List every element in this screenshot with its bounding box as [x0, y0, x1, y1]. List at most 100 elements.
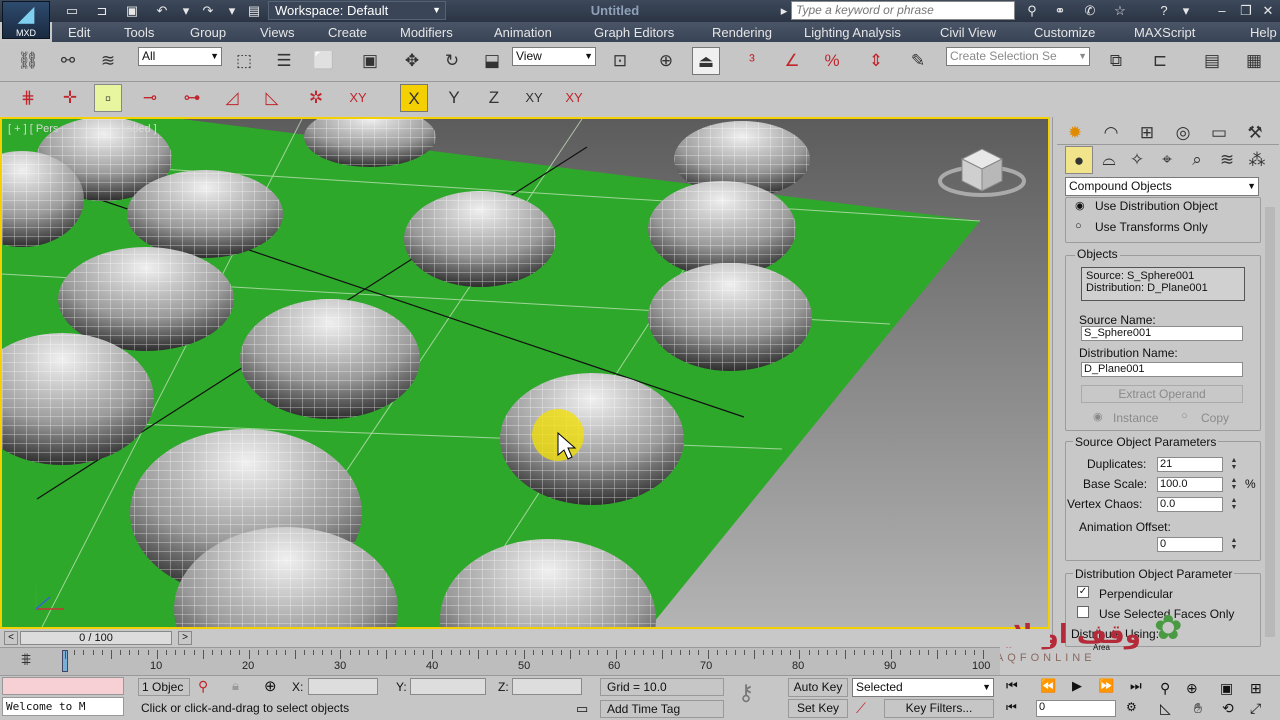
snaps-toggle-icon[interactable]: ³	[738, 47, 766, 75]
base-scale-field[interactable]: 100.0	[1157, 477, 1223, 492]
redo-icon[interactable]: ↷	[198, 2, 218, 20]
snap-pivot-icon[interactable]: ✛	[56, 84, 84, 112]
radio-empty-icon[interactable]: ○	[1075, 220, 1082, 232]
time-slider-thumb[interactable]: 0 / 100	[20, 631, 172, 645]
hierarchy-tab-icon[interactable]: ⊞	[1133, 119, 1161, 147]
menu-maxscript[interactable]: MAXScript	[1134, 25, 1195, 40]
pivot-center-icon[interactable]: ⊡	[606, 47, 634, 75]
restrict-z-button[interactable]: Z	[480, 84, 508, 112]
menu-rendering[interactable]: Rendering	[712, 25, 772, 40]
duplicates-spinner[interactable]: ▲ ▼	[1229, 457, 1239, 472]
copy-label[interactable]: Copy	[1201, 411, 1229, 425]
time-slider-next-icon[interactable]: >	[178, 631, 192, 645]
select-object-icon[interactable]: ⬚	[230, 47, 258, 75]
window-crossing-icon[interactable]: ▣	[356, 47, 384, 75]
move-icon[interactable]: ✥	[398, 47, 426, 75]
next-frame-icon[interactable]: ⏩	[1098, 678, 1114, 694]
previous-frame-icon[interactable]: ⏪	[1040, 678, 1056, 694]
utilities-tab-icon[interactable]: ⚒	[1241, 119, 1269, 147]
maxscript-listener-input[interactable]	[2, 677, 124, 695]
rectangular-selection-icon[interactable]: ⬜	[310, 47, 338, 75]
favorites-star-icon[interactable]: ☆	[1110, 2, 1130, 20]
radio-empty-icon[interactable]: ○	[1181, 410, 1188, 422]
viewport-label-left[interactable]: [ + ] [ Pers	[8, 123, 58, 135]
add-time-tag-button[interactable]: Add Time Tag	[600, 700, 724, 718]
duplicates-field[interactable]: 21	[1157, 457, 1223, 472]
extract-operand-button[interactable]: Extract Operand	[1081, 385, 1243, 403]
zoom-extents-icon[interactable]: ▣	[1220, 680, 1233, 697]
operand-distribution[interactable]: Distribution: D_Plane001	[1086, 282, 1240, 294]
selection-filter-dropdown[interactable]: All ▼	[138, 47, 222, 66]
menu-group[interactable]: Group	[190, 25, 226, 40]
close-icon[interactable]: ✕	[1258, 2, 1278, 20]
viewport-label-right[interactable]: haded ]	[120, 123, 157, 135]
angle-snap-icon[interactable]: ∠	[778, 47, 806, 75]
source-name-field[interactable]: S_Sphere001	[1081, 326, 1243, 341]
help-dropdown-icon[interactable]: ▾	[1176, 2, 1196, 20]
time-slider-prev-icon[interactable]: <	[4, 631, 18, 645]
auto-key-button[interactable]: Auto Key	[788, 678, 848, 697]
named-selection-sets-dropdown[interactable]: Create Selection Se ▼	[946, 47, 1090, 66]
key-mode-toggle-icon[interactable]: ⏮	[1006, 700, 1017, 715]
subscription-icon[interactable]: ⚭	[1050, 2, 1070, 20]
menu-help[interactable]: Help	[1250, 25, 1277, 40]
menu-graph-editors[interactable]: Graph Editors	[594, 25, 674, 40]
helpers-icon[interactable]: ⌕	[1183, 146, 1211, 174]
edit-named-selection-icon[interactable]: ✎	[904, 47, 932, 75]
zoom-extents-all-icon[interactable]: ⊞	[1250, 680, 1262, 697]
operands-list[interactable]: Source: S_Sphere001 Distribution: D_Plan…	[1081, 267, 1245, 301]
modify-tab-icon[interactable]: ◠	[1097, 119, 1125, 147]
animation-offset-field[interactable]: 0	[1157, 537, 1223, 552]
set-key-icon[interactable]: ⚷	[738, 680, 754, 706]
unlink-icon[interactable]: ⚯	[54, 47, 82, 75]
snap-options-icon[interactable]: ✲	[302, 84, 330, 112]
menu-civil-view[interactable]: Civil View	[940, 25, 996, 40]
zoom-icon[interactable]: ⚲	[1160, 680, 1170, 697]
snap-grid-icon[interactable]: ⋕	[14, 84, 42, 112]
select-link-icon[interactable]: ⛓	[14, 47, 42, 75]
minimize-icon[interactable]: –	[1212, 2, 1232, 20]
undo-dropdown-icon[interactable]: ▾	[176, 2, 196, 20]
save-file-icon[interactable]: ▣	[122, 2, 142, 20]
radio-selected-icon[interactable]: ◉	[1093, 410, 1103, 423]
open-file-icon[interactable]: ⊐	[92, 2, 112, 20]
scale-icon[interactable]: ⬓	[478, 47, 506, 75]
zoom-all-icon[interactable]: ⊕	[1186, 680, 1198, 697]
checkbox-empty-icon[interactable]	[1077, 606, 1089, 618]
object-type-dropdown[interactable]: Compound Objects ▼	[1065, 177, 1259, 196]
reference-coordinate-dropdown[interactable]: View ▼	[512, 47, 596, 66]
select-by-name-icon[interactable]: ☰	[270, 47, 298, 75]
y-coord-field[interactable]	[410, 678, 486, 695]
project-folder-icon[interactable]: ▤	[244, 2, 264, 20]
menu-tools[interactable]: Tools	[124, 25, 154, 40]
rotate-icon[interactable]: ↻	[438, 47, 466, 75]
perspective-viewport[interactable]: [ + ] [ Pers haded ]	[0, 117, 1050, 629]
snap-edge-icon[interactable]: ◿	[218, 84, 246, 112]
base-scale-spinner[interactable]: ▲ ▼	[1229, 477, 1239, 492]
restrict-y-button[interactable]: Y	[440, 84, 468, 112]
align-icon[interactable]: ⊏	[1146, 47, 1174, 75]
instance-label[interactable]: Instance	[1113, 411, 1158, 425]
systems-icon[interactable]: ⁂	[1243, 146, 1271, 174]
track-bar[interactable]: ⩨ 10 20 30 40 50 60 70 80 90 100	[0, 647, 1000, 675]
use-distribution-label[interactable]: Use Distribution Object	[1095, 199, 1218, 213]
absolute-mode-icon[interactable]: ⊕	[264, 677, 277, 695]
current-frame-field[interactable]: 0	[1036, 700, 1116, 717]
go-to-end-icon[interactable]: ⏭	[1130, 678, 1142, 694]
distribution-name-field[interactable]: D_Plane001	[1081, 362, 1243, 377]
menu-modifiers[interactable]: Modifiers	[400, 25, 453, 40]
application-button[interactable]: ◢ MXD	[2, 1, 50, 39]
maxscript-listener-output[interactable]: Welcome to M	[2, 697, 124, 716]
menu-create[interactable]: Create	[328, 25, 367, 40]
spinner-snap-icon[interactable]: ⇕	[862, 47, 890, 75]
display-tab-icon[interactable]: ▭	[1205, 119, 1233, 147]
snap-endpoint-icon[interactable]: ⊸	[136, 84, 164, 112]
snap-midpoint-icon[interactable]: ⊶	[178, 84, 206, 112]
panel-scrollbar[interactable]	[1265, 207, 1275, 637]
geometry-icon[interactable]: ●	[1065, 146, 1093, 174]
restrict-plane-button[interactable]: XY	[560, 84, 588, 112]
orbit-icon[interactable]: ⟲	[1222, 700, 1234, 717]
new-file-icon[interactable]: ▭	[62, 2, 82, 20]
restrict-xy-button[interactable]: XY	[520, 84, 548, 112]
key-mode-dropdown[interactable]: Selected ▼	[852, 678, 994, 697]
